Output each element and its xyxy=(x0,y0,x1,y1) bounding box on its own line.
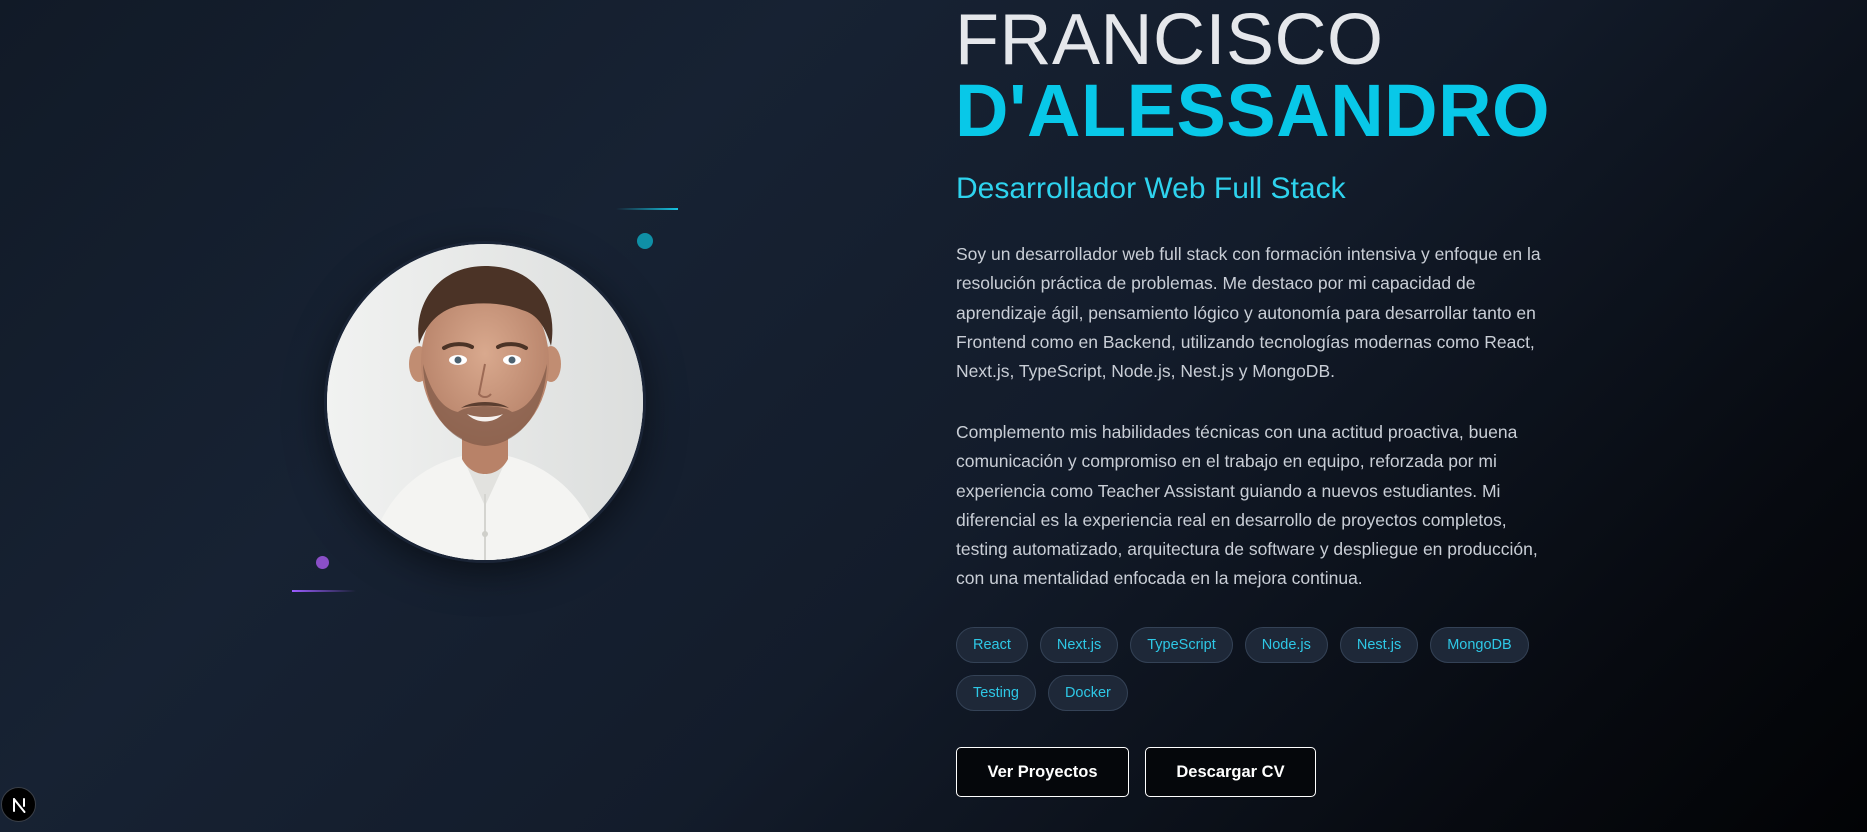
bio-paragraph: Complemento mis habilidades técnicas con… xyxy=(956,422,1538,589)
decorative-purple-line xyxy=(292,590,356,592)
tag-typescript: TypeScript xyxy=(1130,627,1233,663)
tag-nextjs: Next.js xyxy=(1039,627,1119,663)
tag-testing: Testing xyxy=(956,675,1036,711)
decorative-cyan-dot xyxy=(637,233,653,249)
decorative-purple-dot xyxy=(316,556,329,569)
hero-section: FRANCISCO D'ALESSANDRO Desarrollador Web… xyxy=(0,0,1867,832)
nextjs-icon xyxy=(12,797,25,813)
tag-nodejs: Node.js xyxy=(1244,627,1328,663)
tag-docker: Docker xyxy=(1047,675,1128,711)
profile-photo xyxy=(327,244,643,560)
bio-paragraph: Soy un desarrollador web full stack con … xyxy=(956,244,1541,382)
nextjs-dev-indicator[interactable] xyxy=(1,787,36,822)
view-projects-button[interactable]: Ver Proyectos xyxy=(956,747,1129,797)
first-name: FRANCISCO xyxy=(955,0,1384,80)
decorative-cyan-line xyxy=(616,208,678,210)
last-name: D'ALESSANDRO xyxy=(955,69,1551,152)
role-title: Desarrollador Web Full Stack xyxy=(956,172,1346,205)
tech-tags: React Next.js TypeScript Node.js Nest.js… xyxy=(956,627,1556,711)
tag-react: React xyxy=(956,627,1028,663)
tag-nestjs: Nest.js xyxy=(1339,627,1419,663)
download-cv-button[interactable]: Descargar CV xyxy=(1145,747,1316,797)
tag-mongodb: MongoDB xyxy=(1430,627,1529,663)
